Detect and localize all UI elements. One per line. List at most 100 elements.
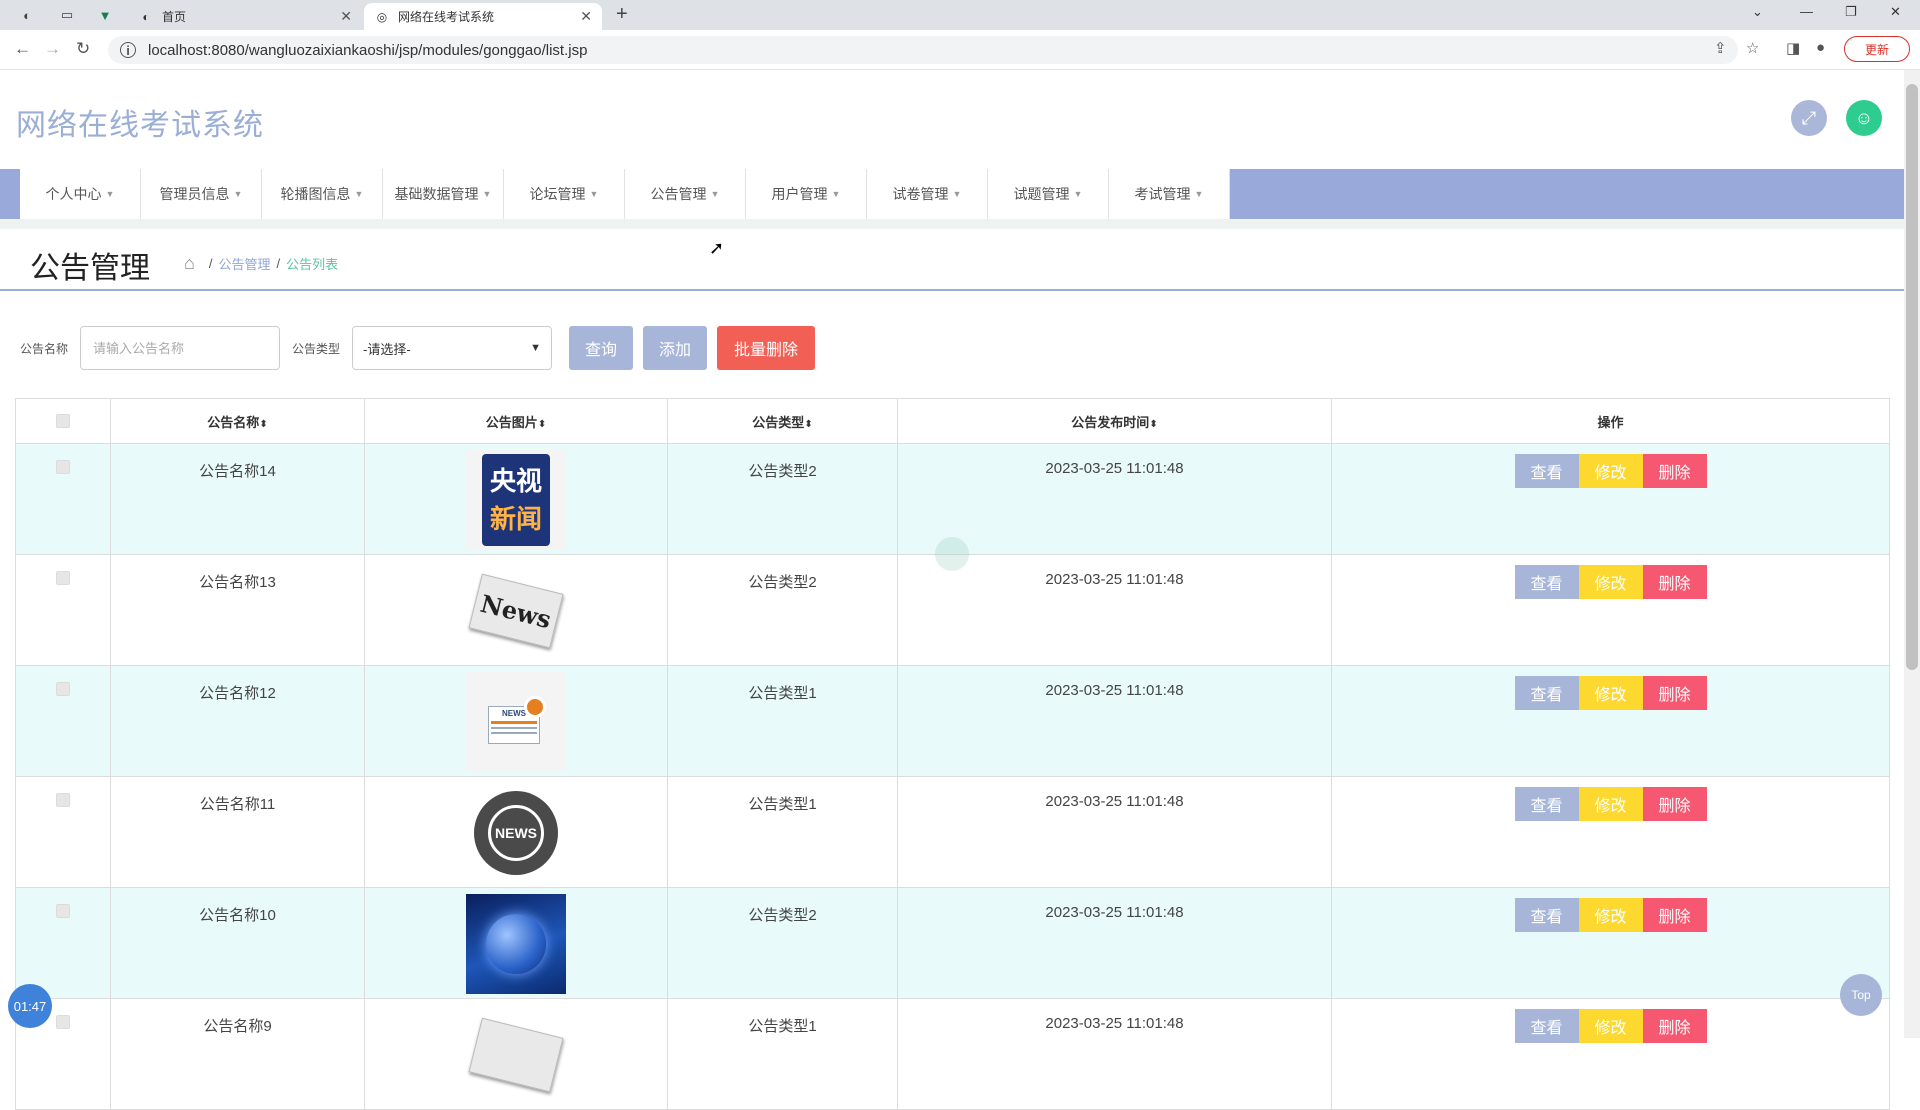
back-to-top-button[interactable]: Top xyxy=(1840,974,1882,1016)
notice-name: 公告名称11 xyxy=(110,776,365,888)
delete-button[interactable]: 删除 xyxy=(1642,565,1707,599)
url-text: localhost:8080/wangluozaixiankaoshi/jsp/… xyxy=(148,41,588,59)
app-title: 网络在线考试系统 xyxy=(16,109,264,142)
menu-label: 基础数据管理 xyxy=(394,186,479,202)
breadcrumb-current: 公告列表 xyxy=(286,257,339,272)
row-checkbox[interactable] xyxy=(56,793,70,807)
query-button[interactable]: 查询 xyxy=(569,326,633,370)
tab-title: 网络在线考试系统 xyxy=(398,10,495,24)
restore-icon[interactable]: ❐ xyxy=(1845,4,1857,20)
scrollbar-thumb[interactable] xyxy=(1906,84,1918,670)
notice-image-cell xyxy=(364,887,668,999)
menu-item-users[interactable]: 用户管理 ▼ xyxy=(746,169,867,219)
edit-button[interactable]: 修改 xyxy=(1578,565,1643,599)
chevron-down-icon[interactable]: ⌄ xyxy=(1752,4,1763,20)
caret-down-icon: ▼ xyxy=(589,189,599,199)
home-icon[interactable]: ⌂ xyxy=(184,253,195,274)
menu-item-admin-info[interactable]: 管理员信息 ▼ xyxy=(141,169,262,219)
delete-button[interactable]: 删除 xyxy=(1642,787,1707,821)
menu-label: 试卷管理 xyxy=(892,186,949,202)
delete-button[interactable]: 删除 xyxy=(1642,676,1707,710)
row-checkbox[interactable] xyxy=(56,682,70,696)
breadcrumb-link[interactable]: 公告管理 xyxy=(219,254,271,273)
caret-down-icon: ▼ xyxy=(710,189,720,199)
url-field[interactable]: i localhost:8080/wangluozaixiankaoshi/js… xyxy=(108,36,1738,64)
menu-item-carousel[interactable]: 轮播图信息 ▼ xyxy=(262,169,383,219)
sidebar-icon[interactable]: ◨ xyxy=(1786,39,1800,57)
menu-item-personal-center[interactable]: 个人中心 ▼ xyxy=(20,169,141,219)
pinned-tab-icon[interactable]: ◐ xyxy=(14,5,40,25)
close-icon[interactable]: ✕ xyxy=(580,8,592,25)
view-button[interactable]: 查看 xyxy=(1514,676,1579,710)
edit-button[interactable]: 修改 xyxy=(1578,898,1643,932)
browser-tab-bar: ◐ ▭ ▼ ◐ 首页 ✕ ◎ 网络在线考试系统 ✕ + ⌄ — ❐ ✕ xyxy=(0,0,1920,30)
close-icon[interactable]: ✕ xyxy=(340,8,352,25)
profile-icon[interactable]: ● xyxy=(1816,39,1825,56)
menu-item-questions[interactable]: 试题管理 ▼ xyxy=(988,169,1109,219)
row-checkbox[interactable] xyxy=(56,571,70,585)
timer-badge[interactable]: 01:47 xyxy=(8,984,52,1028)
select-all-cell xyxy=(15,398,111,444)
column-header-image[interactable]: 公告图片⬍ xyxy=(364,398,668,444)
menu-label: 用户管理 xyxy=(771,186,828,202)
select-all-checkbox[interactable] xyxy=(56,413,70,428)
column-header-name[interactable]: 公告名称⬍ xyxy=(110,398,365,444)
reload-icon[interactable]: ↻ xyxy=(76,39,90,59)
breadcrumb-separator: / xyxy=(208,256,213,271)
new-tab-icon[interactable]: + xyxy=(616,3,628,26)
row-select-cell xyxy=(15,554,111,666)
star-icon[interactable]: ☆ xyxy=(1746,39,1759,57)
row-checkbox[interactable] xyxy=(56,460,70,474)
notice-name-input[interactable] xyxy=(80,326,280,370)
row-actions: 查看 修改 删除 xyxy=(1331,998,1890,1110)
name-label: 公告名称 xyxy=(20,342,69,356)
menu-item-notice[interactable]: 公告管理 ▼ xyxy=(625,169,746,219)
batch-delete-button[interactable]: 批量删除 xyxy=(717,326,815,370)
caret-down-icon: ▼ xyxy=(354,189,364,199)
edit-button[interactable]: 修改 xyxy=(1578,676,1643,710)
info-icon[interactable]: i xyxy=(120,42,136,58)
close-window-icon[interactable]: ✕ xyxy=(1890,4,1901,20)
fullscreen-icon[interactable]: ⤢ xyxy=(1791,100,1827,136)
menu-item-exams[interactable]: 考试管理 ▼ xyxy=(1109,169,1230,219)
update-button[interactable]: 更新 xyxy=(1844,36,1910,62)
select-value: -请选择- xyxy=(363,341,411,357)
view-button[interactable]: 查看 xyxy=(1514,787,1579,821)
view-button[interactable]: 查看 xyxy=(1514,565,1579,599)
back-icon[interactable]: ← xyxy=(14,39,31,59)
table-row: 公告名称12 NEWS 公告类型1 2023-03-25 11:01:48 查看… xyxy=(15,665,1890,777)
browser-tab-active[interactable]: ◎ 网络在线考试系统 ✕ xyxy=(364,3,602,30)
newspaper-news-image xyxy=(466,1005,566,1105)
view-button[interactable]: 查看 xyxy=(1514,454,1579,488)
delete-button[interactable]: 删除 xyxy=(1642,454,1707,488)
menu-item-papers[interactable]: 试卷管理 ▼ xyxy=(867,169,988,219)
view-button[interactable]: 查看 xyxy=(1514,898,1579,932)
pinned-tab-icon[interactable]: ▼ xyxy=(92,5,118,25)
column-header-type[interactable]: 公告类型⬍ xyxy=(667,398,898,444)
row-checkbox[interactable] xyxy=(56,1015,70,1029)
delete-button[interactable]: 删除 xyxy=(1642,898,1707,932)
menu-item-basic-data[interactable]: 基础数据管理 ▼ xyxy=(383,169,504,219)
browser-tab[interactable]: ◐ 首页 ✕ xyxy=(128,3,362,30)
news-globe-badge-image: NEWS xyxy=(466,783,566,883)
share-icon[interactable]: ⇪ xyxy=(1714,39,1727,57)
notice-type-select[interactable]: -请选择- ▼ xyxy=(352,326,552,370)
edit-button[interactable]: 修改 xyxy=(1578,454,1643,488)
row-actions: 查看 修改 删除 xyxy=(1331,776,1890,888)
user-icon[interactable]: ☺ xyxy=(1846,100,1882,136)
add-button[interactable]: 添加 xyxy=(643,326,707,370)
notice-time: 2023-03-25 11:01:48 xyxy=(897,776,1332,888)
mouse-cursor-icon: ➚ xyxy=(709,238,725,258)
edit-button[interactable]: 修改 xyxy=(1578,787,1643,821)
table-row: 公告名称13 News 公告类型2 2023-03-25 11:01:48 查看… xyxy=(15,554,1890,666)
click-ripple xyxy=(935,537,969,571)
breadcrumb-separator: / xyxy=(276,256,281,271)
sort-icon: ⬍ xyxy=(1149,418,1158,430)
row-actions: 查看 修改 删除 xyxy=(1331,887,1890,999)
column-header-time[interactable]: 公告发布时间⬍ xyxy=(897,398,1332,444)
row-checkbox[interactable] xyxy=(56,904,70,918)
menu-item-forum[interactable]: 论坛管理 ▼ xyxy=(504,169,625,219)
forward-icon[interactable]: → xyxy=(44,39,61,59)
pinned-tab-icon[interactable]: ▭ xyxy=(54,5,80,25)
minimize-icon[interactable]: — xyxy=(1800,4,1813,19)
